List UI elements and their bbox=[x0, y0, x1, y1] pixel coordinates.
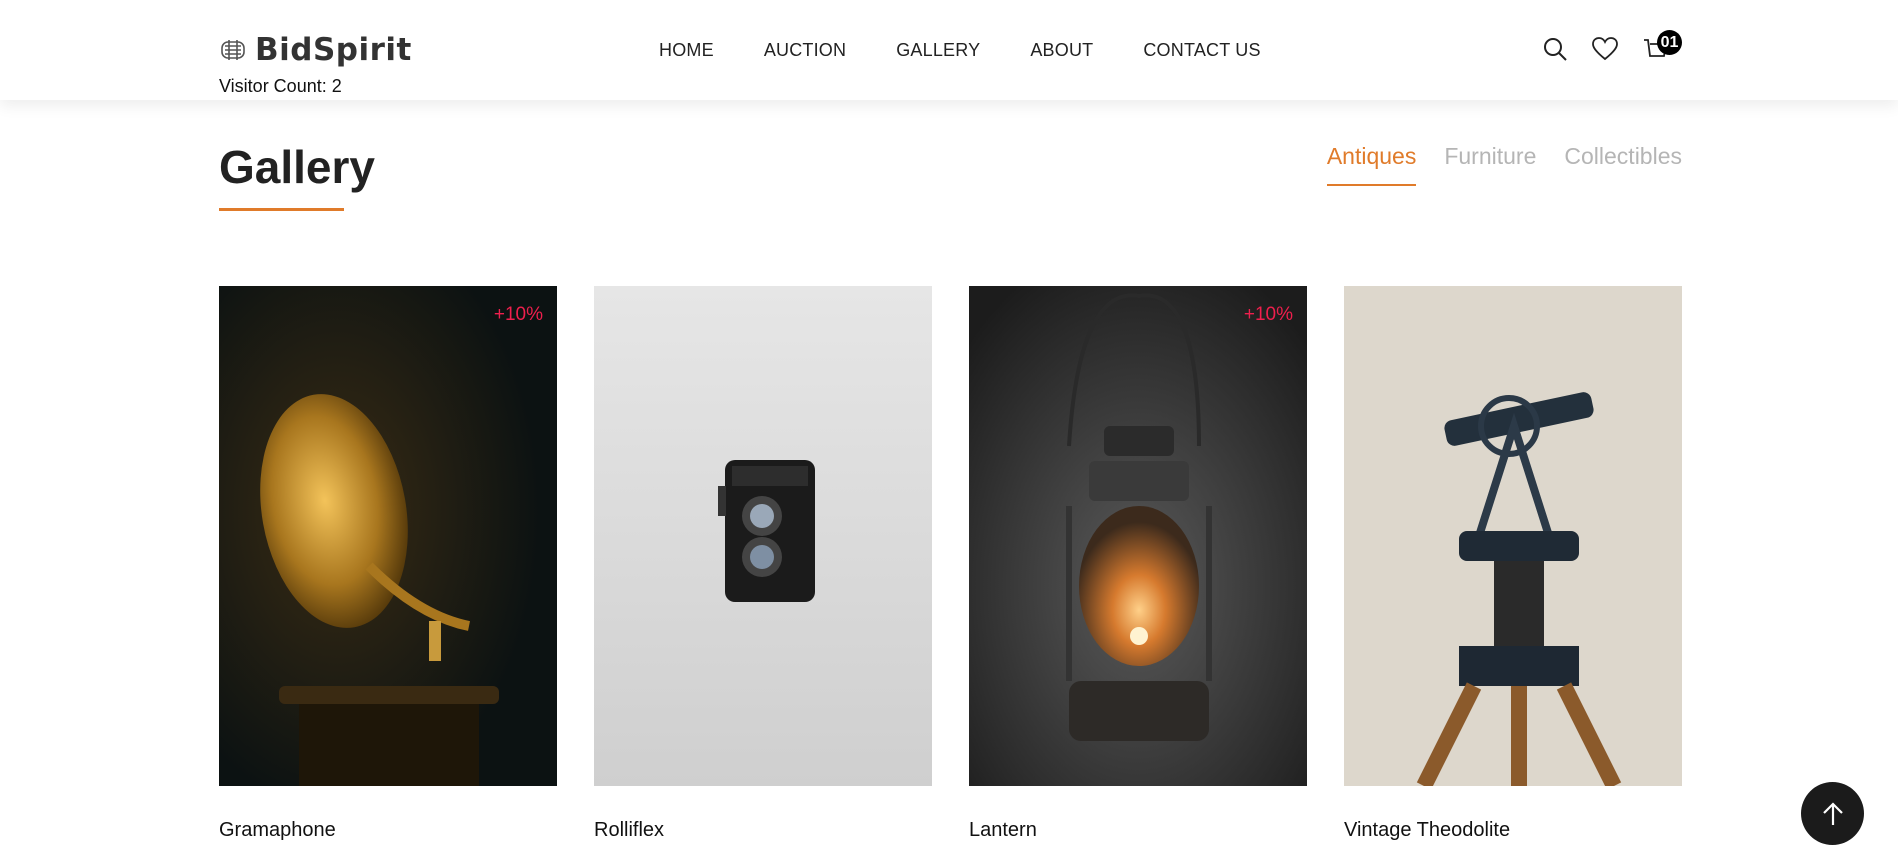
heart-icon bbox=[1592, 37, 1618, 61]
search-icon bbox=[1544, 38, 1567, 61]
product-name[interactable]: Vintage Theodolite bbox=[1344, 819, 1682, 842]
nav-home[interactable]: HOME bbox=[659, 40, 714, 61]
product-name[interactable]: Lantern bbox=[969, 819, 1307, 842]
nav-contact[interactable]: CONTACT US bbox=[1143, 40, 1260, 61]
brand-name: BidSpirit bbox=[255, 32, 412, 68]
main-nav: HOME AUCTION GALLERY ABOUT CONTACT US bbox=[659, 40, 1311, 61]
product-image-rolliflex[interactable] bbox=[594, 286, 932, 786]
page-title: Gallery bbox=[219, 141, 375, 193]
back-to-top-button[interactable] bbox=[1801, 782, 1864, 845]
page-title-block: Gallery bbox=[219, 140, 375, 211]
cart-button[interactable]: 01 bbox=[1640, 30, 1682, 64]
discount-badge: +10% bbox=[1243, 304, 1293, 325]
product-card[interactable]: +10% Gramaphone bbox=[219, 286, 557, 842]
search-button[interactable] bbox=[1540, 34, 1570, 64]
product-image-lantern[interactable]: +10% bbox=[969, 286, 1307, 786]
nav-about[interactable]: ABOUT bbox=[1030, 40, 1093, 61]
logo[interactable]: BidSpirit bbox=[219, 32, 412, 68]
tab-furniture[interactable]: Furniture bbox=[1444, 143, 1536, 186]
product-image-theodolite[interactable] bbox=[1344, 286, 1682, 786]
product-name[interactable]: Gramaphone bbox=[219, 819, 557, 842]
site-header: BidSpirit Visitor Count: 2 HOME AUCTION … bbox=[0, 0, 1898, 100]
product-card[interactable]: +10% Lantern bbox=[969, 286, 1307, 842]
product-image-gramaphone[interactable]: +10% bbox=[219, 286, 557, 786]
nav-auction[interactable]: AUCTION bbox=[764, 40, 846, 61]
category-tabs: Antiques Furniture Collectibles bbox=[1299, 143, 1682, 186]
nav-gallery[interactable]: GALLERY bbox=[896, 40, 980, 61]
header-actions: 01 bbox=[1540, 30, 1690, 64]
product-grid: +10% Gramaphone Rolliflex +10% Lantern V… bbox=[219, 286, 1682, 842]
tab-collectibles[interactable]: Collectibles bbox=[1564, 143, 1682, 186]
cart-count-badge: 01 bbox=[1657, 30, 1682, 55]
discount-badge: +10% bbox=[493, 304, 543, 325]
product-name[interactable]: Rolliflex bbox=[594, 819, 932, 842]
title-underline bbox=[219, 208, 344, 211]
tab-antiques[interactable]: Antiques bbox=[1326, 143, 1417, 186]
arrow-up-icon bbox=[1822, 801, 1843, 825]
logo-icon bbox=[221, 40, 245, 60]
product-card[interactable]: Rolliflex bbox=[594, 286, 932, 842]
wishlist-button[interactable] bbox=[1590, 34, 1620, 64]
visitor-count: Visitor Count: 2 bbox=[219, 76, 342, 96]
product-card[interactable]: Vintage Theodolite bbox=[1344, 286, 1682, 842]
